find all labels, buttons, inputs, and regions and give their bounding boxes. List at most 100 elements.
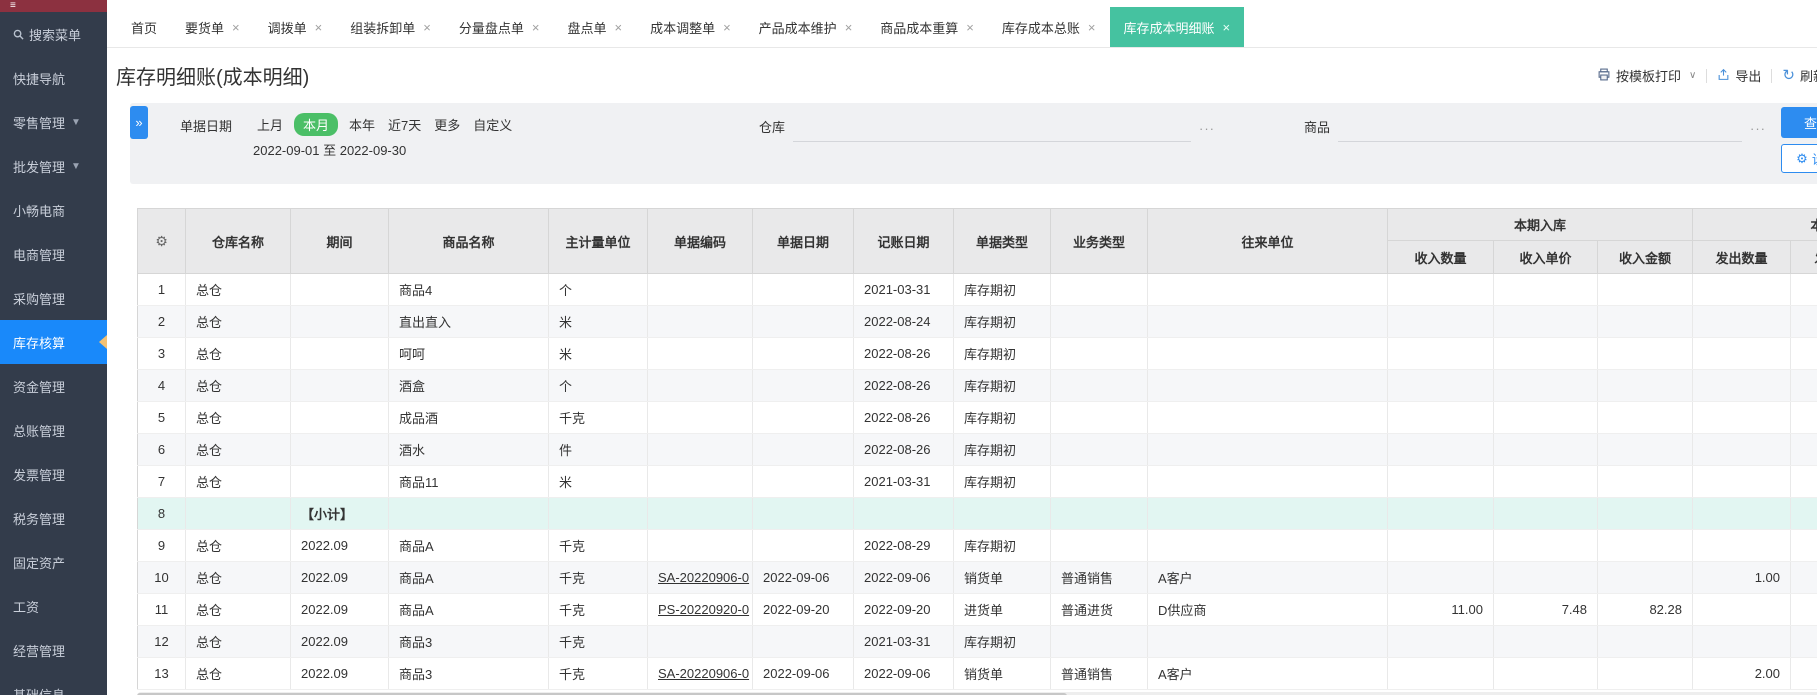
cell-unit: 米: [548, 337, 648, 370]
tab-9[interactable]: 库存成本总账 ×: [988, 7, 1110, 47]
cell-doc-code: SA-20220906-0: [647, 657, 753, 690]
sidebar-item-14[interactable]: 经营管理: [0, 628, 107, 672]
table-row[interactable]: 11 总仓 2022.09 商品A 千克 PS-20220920-0 2022-09-20 2…: [137, 593, 1817, 626]
date-option-1[interactable]: 本月: [294, 113, 339, 136]
subtotal-row[interactable]: 8 【小计】: [137, 497, 1817, 530]
cell-unit: 件: [548, 433, 648, 466]
col-header-doc-type[interactable]: 单据类型: [953, 208, 1051, 274]
col-header-book-date[interactable]: 记账日期: [853, 208, 954, 274]
close-tab-icon[interactable]: ×: [1223, 21, 1231, 34]
sidebar-item-1[interactable]: 快捷导航: [0, 56, 107, 100]
doc-code-link[interactable]: SA-20220906-0: [658, 666, 749, 681]
hamburger-icon[interactable]: ≡: [10, 0, 16, 11]
tab-2[interactable]: 调拨单 ×: [254, 7, 337, 47]
date-option-4[interactable]: 更多: [432, 113, 462, 136]
date-option-3[interactable]: 近7天: [386, 113, 423, 136]
cell-doc-code: [647, 529, 753, 562]
export-button[interactable]: 导出: [1717, 66, 1761, 85]
col-header-in-amount[interactable]: 收入金额: [1597, 240, 1693, 274]
cell-doc-code: [647, 401, 753, 434]
cell-doc-date: [752, 625, 854, 658]
collapse-filter-button[interactable]: »: [130, 106, 148, 139]
close-tab-icon[interactable]: ×: [532, 21, 540, 34]
table-row[interactable]: 12 总仓 2022.09 商品3 千克 2021-03-31 库存期初: [137, 625, 1817, 658]
query-button[interactable]: 查询: [1781, 107, 1817, 138]
date-option-2[interactable]: 本年: [347, 113, 377, 136]
sidebar-item-13[interactable]: 工资: [0, 584, 107, 628]
table-row[interactable]: 9 总仓 2022.09 商品A 千克 2022-08-29 库存期初: [137, 529, 1817, 562]
cell-partner: [1147, 625, 1388, 658]
sidebar-item-5[interactable]: 电商管理: [0, 232, 107, 276]
col-header-doc-date[interactable]: 单据日期: [752, 208, 854, 274]
warehouse-input[interactable]: [793, 114, 1192, 142]
tab-3[interactable]: 组装拆卸单 ×: [336, 7, 445, 47]
col-header-out-price[interactable]: 发出单价: [1790, 240, 1817, 274]
col-header-biz-type[interactable]: 业务类型: [1050, 208, 1148, 274]
sidebar-item-12[interactable]: 固定资产: [0, 540, 107, 584]
col-header-product[interactable]: 商品名称: [388, 208, 549, 274]
doc-code-link[interactable]: SA-20220906-0: [658, 570, 749, 585]
table-row[interactable]: 3 总仓 呵呵米 2022-08-26 库存期初: [137, 337, 1817, 370]
close-tab-icon[interactable]: ×: [723, 21, 731, 34]
close-tab-icon[interactable]: ×: [845, 21, 853, 34]
col-header-period[interactable]: 期间: [290, 208, 389, 274]
close-tab-icon[interactable]: ×: [1088, 21, 1096, 34]
cell-partner: [1147, 433, 1388, 466]
close-tab-icon[interactable]: ×: [423, 21, 431, 34]
col-header-in-qty[interactable]: 收入数量: [1387, 240, 1494, 274]
table-row[interactable]: 10 总仓 2022.09 商品A 千克 SA-20220906-0 2022-09-06 2…: [137, 561, 1817, 594]
cell-in-amount: [1597, 561, 1693, 594]
sidebar-item-10[interactable]: 发票管理: [0, 452, 107, 496]
column-settings-icon[interactable]: ⚙: [155, 233, 168, 249]
sidebar-item-7[interactable]: 库存核算: [0, 320, 107, 364]
table-row[interactable]: 5 总仓 成品酒 千克 2022-08-26 库存期初: [137, 401, 1817, 434]
sidebar-item-2[interactable]: 零售管理 ▼: [0, 100, 107, 144]
sidebar-item-9[interactable]: 总账管理: [0, 408, 107, 452]
cell-doc-date: 2022-09-20: [752, 593, 854, 626]
date-option-5[interactable]: 自定义: [471, 113, 514, 136]
sidebar-item-4[interactable]: 小畅电商: [0, 188, 107, 232]
table-row[interactable]: 13 总仓 2022.09 商品3 千克 SA-20220906-0 2022-09-06 2…: [137, 657, 1817, 690]
print-by-template-button[interactable]: 按模板打印 ∨: [1597, 66, 1696, 85]
tab-6[interactable]: 成本调整单 ×: [636, 7, 745, 47]
doc-code-link[interactable]: PS-20220920-0: [658, 602, 749, 617]
row-number: 12: [137, 625, 186, 658]
settings-button[interactable]: ⚙ 设置: [1781, 144, 1817, 173]
close-tab-icon[interactable]: ×: [614, 21, 622, 34]
refresh-button[interactable]: ↻ 刷新: [1782, 66, 1817, 85]
date-option-0[interactable]: 上月: [255, 113, 285, 136]
table-row[interactable]: 2 总仓 直出直入米 2022-08-24 库存期初: [137, 305, 1817, 338]
table-row[interactable]: 6 总仓 酒水件 2022-08-26 库存期初: [137, 433, 1817, 466]
sidebar-item-0[interactable]: 搜索菜单: [0, 12, 107, 56]
col-header-unit[interactable]: 主计量单位: [548, 208, 648, 274]
col-header-doc-code[interactable]: 单据编码: [647, 208, 753, 274]
sidebar-item-8[interactable]: 资金管理: [0, 364, 107, 408]
tab-5[interactable]: 盘点单 ×: [553, 7, 636, 47]
close-tab-icon[interactable]: ×: [966, 21, 974, 34]
col-header-out-qty[interactable]: 发出数量: [1692, 240, 1791, 274]
cell-book-date: 2022-08-26: [853, 401, 954, 434]
col-header-partner[interactable]: 往来单位: [1147, 208, 1388, 274]
sidebar-item-15[interactable]: 基础信息: [0, 672, 107, 695]
col-header-in-price[interactable]: 收入单价: [1493, 240, 1598, 274]
table-row[interactable]: 4 总仓 酒盒个 2022-08-26 库存期初: [137, 369, 1817, 402]
sidebar-item-6[interactable]: 采购管理: [0, 276, 107, 320]
product-input[interactable]: [1338, 114, 1743, 142]
table-row[interactable]: 7 总仓 商品11 米 2021-03-31 库存期初: [137, 465, 1817, 498]
tab-7[interactable]: 产品成本维护 ×: [745, 7, 867, 47]
tab-10[interactable]: 库存成本明细账 ×: [1109, 7, 1245, 47]
close-tab-icon[interactable]: ×: [232, 21, 240, 34]
table-row[interactable]: 1 总仓 商品4 个 2021-03-31 库存期初: [137, 273, 1817, 306]
tab-0[interactable]: 首页: [117, 7, 171, 47]
tab-1[interactable]: 要货单 ×: [171, 7, 254, 47]
cell-book-date: 2022-09-20: [853, 593, 954, 626]
warehouse-picker-button[interactable]: ···: [1199, 116, 1215, 142]
sidebar-item-3[interactable]: 批发管理 ▼: [0, 144, 107, 188]
tab-8[interactable]: 商品成本重算 ×: [866, 7, 988, 47]
product-picker-button[interactable]: ···: [1750, 116, 1766, 142]
sidebar-item-11[interactable]: 税务管理: [0, 496, 107, 540]
cell-in-amount: [1597, 433, 1693, 466]
col-header-warehouse[interactable]: 仓库名称: [185, 208, 291, 274]
close-tab-icon[interactable]: ×: [315, 21, 323, 34]
tab-4[interactable]: 分量盘点单 ×: [445, 7, 554, 47]
